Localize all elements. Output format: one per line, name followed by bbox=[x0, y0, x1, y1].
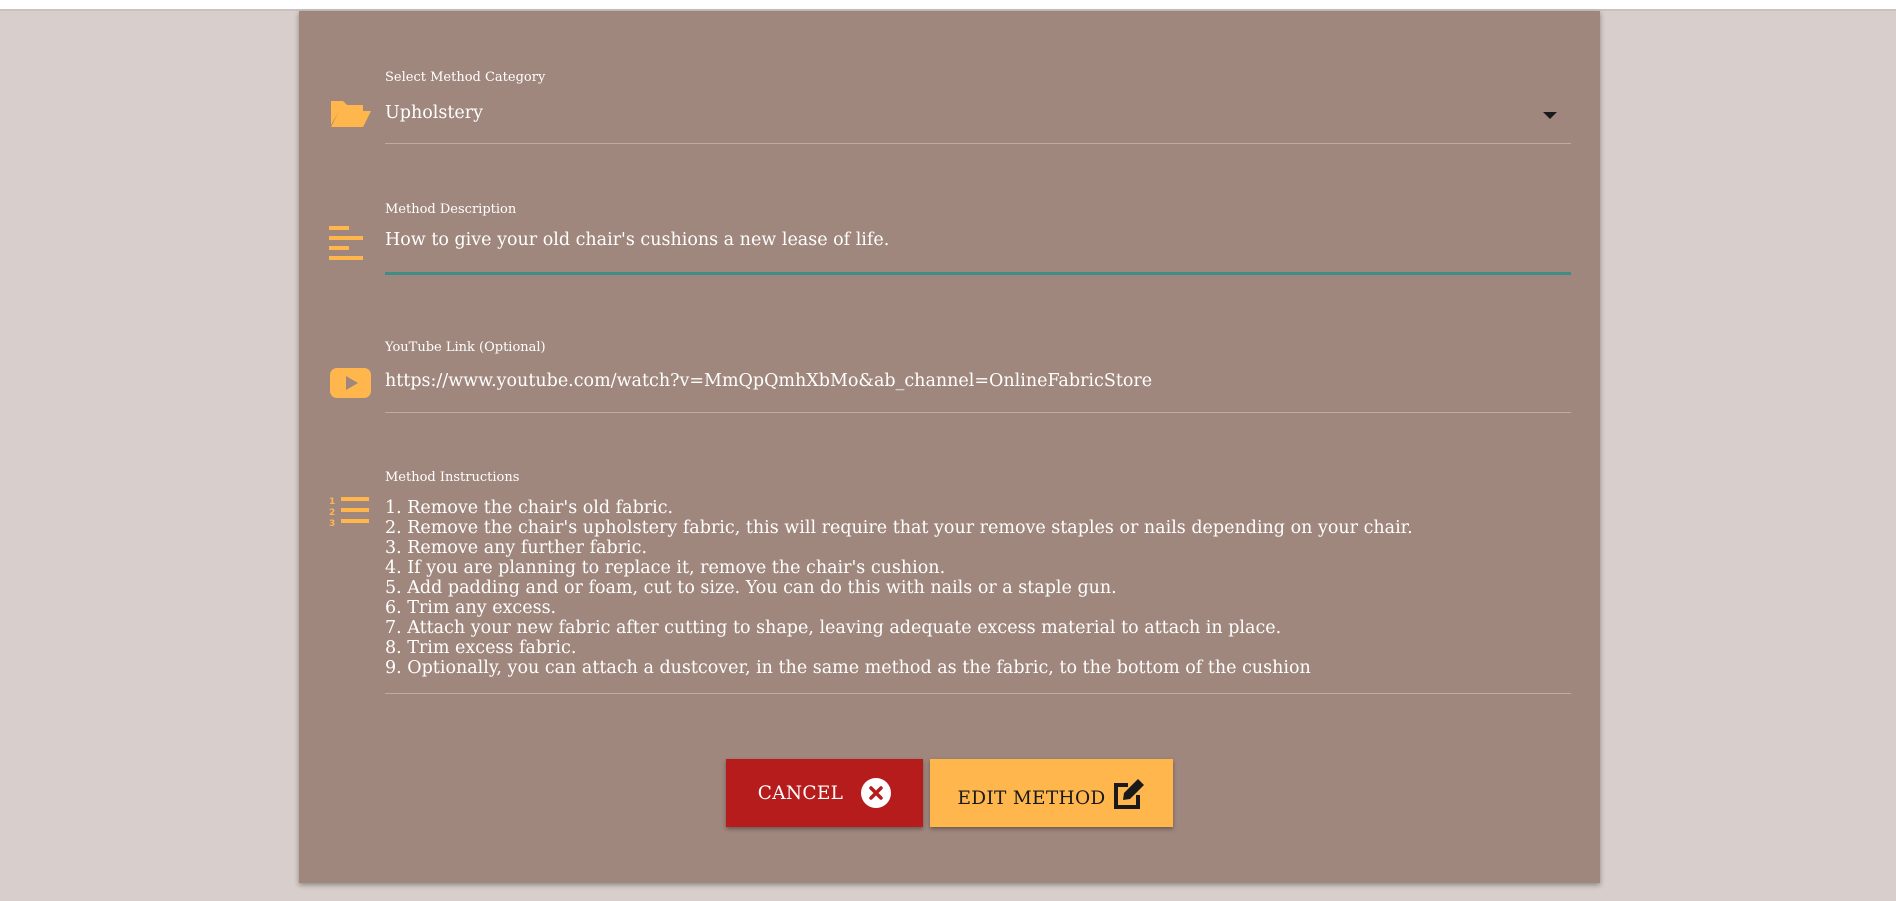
folder-open-icon bbox=[329, 97, 372, 133]
instruction-line: 8. Trim excess fabric. bbox=[385, 638, 577, 658]
instruction-line: 7. Attach your new fabric after cutting … bbox=[385, 618, 1282, 638]
svg-text:1: 1 bbox=[329, 497, 335, 507]
edit-method-button-label: EDIT METHOD bbox=[957, 787, 1106, 809]
youtube-link-underline bbox=[385, 412, 1571, 413]
cancel-button-label: CANCEL bbox=[757, 782, 844, 804]
youtube-link-label: YouTube Link (Optional) bbox=[385, 340, 546, 355]
category-selected-value[interactable]: Upholstery bbox=[385, 103, 483, 123]
instruction-line: 3. Remove any further fabric. bbox=[385, 538, 648, 558]
category-select[interactable]: Select Method Category Upholstery bbox=[385, 60, 1571, 144]
instruction-line: 5. Add padding and or foam, cut to size.… bbox=[385, 578, 1117, 598]
instruction-line: 2. Remove the chair's upholstery fabric,… bbox=[385, 518, 1413, 538]
youtube-icon bbox=[330, 368, 371, 402]
times-circle-icon bbox=[861, 778, 892, 808]
svg-text:3: 3 bbox=[329, 519, 335, 529]
chevron-down-icon[interactable] bbox=[1543, 112, 1557, 119]
description-field[interactable]: Method Description How to give your old … bbox=[385, 192, 1571, 276]
description-underline-active bbox=[385, 272, 1571, 275]
description-input[interactable]: How to give your old chair's cushions a … bbox=[385, 230, 889, 250]
instructions-textarea[interactable]: 1. Remove the chair's old fabric. 2. Rem… bbox=[385, 498, 1413, 678]
align-left-icon bbox=[329, 226, 363, 264]
instruction-line: 9. Optionally, you can attach a dustcove… bbox=[385, 658, 1311, 678]
list-ol-icon: 1 2 3 bbox=[329, 495, 369, 533]
instructions-underline bbox=[385, 693, 1571, 694]
instruction-line: 1. Remove the chair's old fabric. bbox=[385, 498, 674, 518]
instructions-label: Method Instructions bbox=[385, 470, 520, 485]
youtube-link-input[interactable]: https://www.youtube.com/watch?v=MmQpQmhX… bbox=[385, 371, 1152, 391]
instructions-field[interactable]: Method Instructions 1. Remove the chair'… bbox=[385, 468, 1571, 694]
instruction-line: 4. If you are planning to replace it, re… bbox=[385, 558, 946, 578]
instruction-line: 6. Trim any excess. bbox=[385, 598, 557, 618]
svg-text:2: 2 bbox=[329, 508, 335, 518]
description-label: Method Description bbox=[385, 202, 517, 217]
edit-icon bbox=[1112, 777, 1146, 809]
cancel-button[interactable]: CANCEL bbox=[726, 759, 923, 827]
top-navbar-edge bbox=[0, 0, 1896, 11]
youtube-link-field[interactable]: YouTube Link (Optional) https://www.yout… bbox=[385, 330, 1571, 414]
category-label: Select Method Category bbox=[385, 70, 546, 85]
edit-method-button[interactable]: EDIT METHOD bbox=[930, 759, 1173, 827]
category-underline bbox=[385, 143, 1571, 144]
